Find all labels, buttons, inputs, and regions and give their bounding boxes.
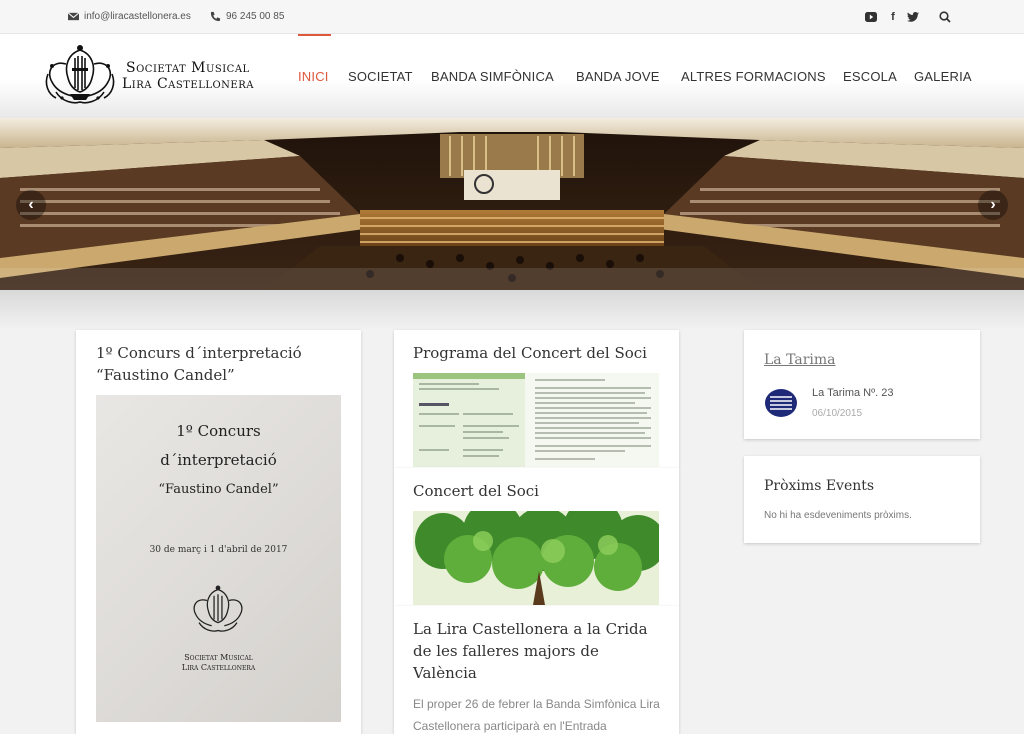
- concert-hall-photo: [0, 118, 1024, 290]
- post-title[interactable]: 1º Concurs d´interpretació “Faustino Can…: [96, 342, 346, 386]
- email-text: info@liracastellonera.es: [84, 11, 191, 22]
- lyre-emblem-icon: [45, 45, 115, 104]
- lyre-emblem-icon: [193, 585, 243, 632]
- envelope-icon: [68, 12, 79, 21]
- nav-item-inici[interactable]: INICI: [298, 69, 329, 84]
- nav-item-banda-jove[interactable]: BANDA JOVE: [576, 69, 660, 84]
- tarima-magazine-thumbnail[interactable]: [764, 388, 798, 418]
- nav-item-banda-simfonica[interactable]: BANDA SIMFÒNICA: [431, 69, 554, 84]
- phone-text: 96 245 00 85: [226, 11, 285, 22]
- site-header: Societat Musical Lira Castellonera INICI…: [0, 34, 1024, 118]
- poster-line-3: “Faustino Candel”: [158, 482, 279, 497]
- contact-email[interactable]: info@liracastellonera.es: [68, 11, 191, 22]
- hero-slider: [0, 118, 1024, 290]
- youtube-icon[interactable]: [864, 10, 878, 24]
- poster-org-line-1: Societat Musical: [184, 653, 253, 662]
- post-card-concert: Concert del Soci: [394, 468, 679, 606]
- widget-title[interactable]: La Tarima: [764, 352, 835, 368]
- poster-line-1: 1º Concurs: [176, 422, 261, 440]
- chevron-left-icon: ‹: [28, 196, 34, 213]
- nav-item-societat[interactable]: SOCIETAT: [348, 69, 413, 84]
- poster-dates: 30 de març i 1 d'abril de 2017: [149, 545, 288, 555]
- nav-item-escola[interactable]: ESCOLA: [843, 69, 897, 84]
- post-card-concurs: 1º Concurs d´interpretació “Faustino Can…: [76, 330, 361, 734]
- widget-proxims-events: Pròxims Events No hi ha esdeveniments pr…: [744, 456, 980, 543]
- chevron-right-icon: ›: [990, 196, 996, 213]
- widget-title: Pròxims Events: [764, 478, 875, 494]
- twitter-icon[interactable]: [906, 10, 920, 24]
- post-title[interactable]: La Lira Castellonera a la Crida de les f…: [413, 618, 663, 684]
- post-card-programa: Programa del Concert del Soci: [394, 330, 679, 468]
- nav-item-galeria[interactable]: GALERIA: [914, 69, 972, 84]
- post-title[interactable]: Programa del Concert del Soci: [413, 342, 663, 364]
- active-nav-indicator: [298, 34, 331, 36]
- no-events-message: No hi ha esdeveniments pròxims.: [764, 510, 912, 521]
- contact-phone[interactable]: 96 245 00 85: [210, 11, 284, 22]
- programa-document-image[interactable]: [413, 373, 659, 467]
- concurs-poster-photo[interactable]: 1º Concurs d´interpretació “Faustino Can…: [96, 395, 341, 722]
- top-bar: info@liracastellonera.es 96 245 00 85 f: [0, 0, 1024, 34]
- facebook-icon[interactable]: f: [886, 10, 900, 24]
- tree-photo[interactable]: [413, 511, 659, 605]
- logo-line-1: Societat Musical: [126, 60, 250, 76]
- slider-next-button[interactable]: ›: [978, 190, 1008, 220]
- site-logo[interactable]: Societat Musical Lira Castellonera: [42, 44, 282, 108]
- phone-icon: [210, 11, 221, 22]
- widget-la-tarima: La Tarima La Tarima Nº. 23 06/10/2015: [744, 330, 980, 439]
- poster-heading: 1º Concurs d´interpretació “Faustino Can…: [96, 417, 341, 504]
- logo-line-2: Lira Castellonera: [122, 76, 254, 92]
- post-excerpt: El proper 26 de febrer la Banda Simfònic…: [413, 697, 660, 733]
- poster-org-line-2: Lira Castellonera: [181, 663, 256, 672]
- nav-item-altres-formacions[interactable]: ALTRES FORMACIONS: [681, 69, 826, 84]
- poster-line-2: d´interpretació: [160, 451, 277, 469]
- search-icon[interactable]: [938, 10, 952, 24]
- social-links: f: [864, 10, 952, 24]
- post-card-crida: La Lira Castellonera a la Crida de les f…: [394, 606, 679, 734]
- poster-organization: Societat Musical Lira Castellonera: [96, 653, 341, 673]
- hero-fade: [0, 290, 1024, 330]
- logo-text: Societat Musical Lira Castellonera: [122, 60, 254, 92]
- slider-prev-button[interactable]: ‹: [16, 190, 46, 220]
- tarima-item-date: 06/10/2015: [812, 408, 863, 419]
- post-title[interactable]: Concert del Soci: [413, 480, 663, 502]
- tarima-item-title[interactable]: La Tarima Nº. 23: [812, 387, 893, 399]
